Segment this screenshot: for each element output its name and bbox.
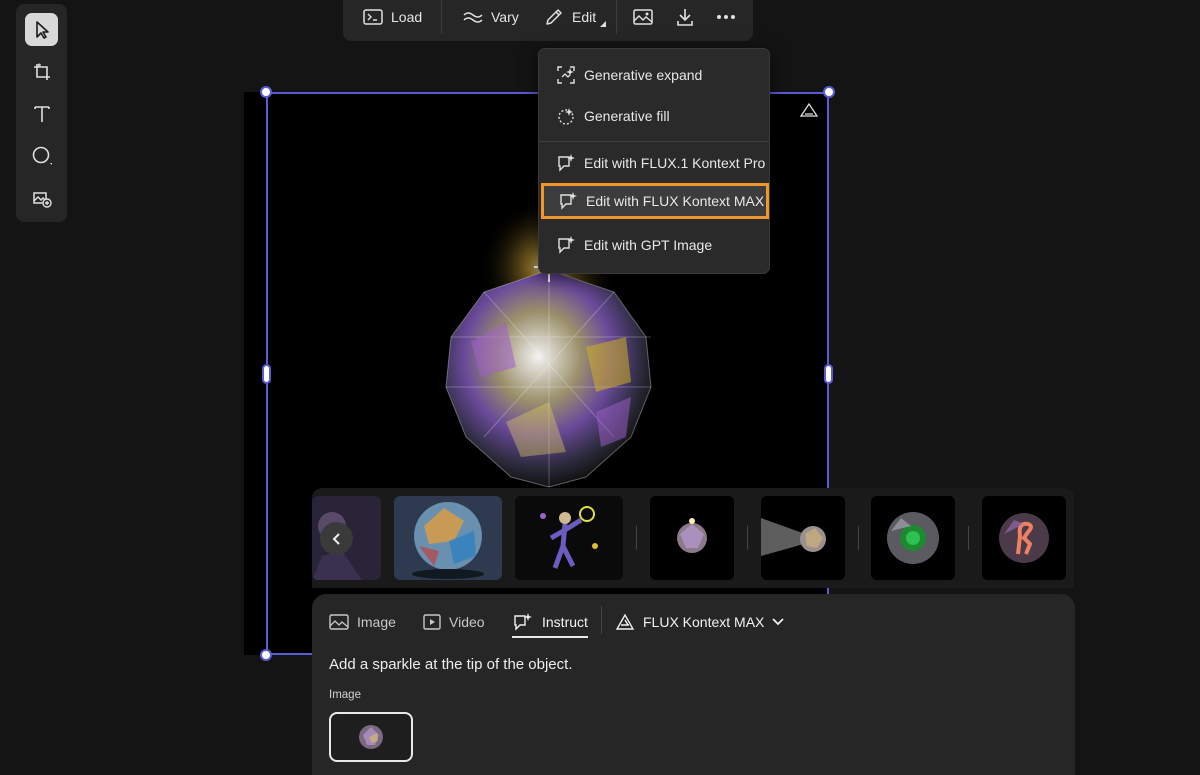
video-icon <box>423 614 441 630</box>
resize-handle-bottom-left[interactable] <box>260 649 272 661</box>
menu-item-edit-flux-pro[interactable]: Edit with FLUX.1 Kontext Pro <box>539 145 769 181</box>
tab-label: Video <box>449 614 485 630</box>
tennis-player-image <box>515 496 623 580</box>
colorful-crystal-ball-image <box>394 496 502 580</box>
generation-history-strip <box>312 488 1074 588</box>
load-label: Load <box>391 9 423 25</box>
reference-crystal-image <box>359 725 383 749</box>
edit-label: Edit <box>572 9 597 25</box>
tab-label: Instruct <box>542 614 588 630</box>
chevron-down-icon <box>772 618 785 626</box>
toolbar-divider <box>441 0 442 34</box>
prompt-panel: Image Video Instruct FLUX Kontext MAX Ad… <box>312 594 1075 775</box>
resize-handle-left[interactable] <box>262 364 271 384</box>
menu-item-edit-gpt-image[interactable]: Edit with GPT Image <box>539 227 769 263</box>
menu-item-label: Generative fill <box>584 108 670 124</box>
menu-item-edit-flux-max[interactable]: Edit with FLUX Kontext MAX <box>541 183 769 219</box>
image-button[interactable] <box>633 0 653 34</box>
pointer-icon <box>35 20 49 39</box>
history-thumbnail[interactable] <box>761 496 845 580</box>
corner-triangle-icon <box>600 21 607 27</box>
light-beam-crystal-image <box>761 496 845 580</box>
active-tab-indicator <box>512 636 588 638</box>
image-icon <box>633 9 653 25</box>
history-thumbnail[interactable] <box>515 496 623 580</box>
chat-sparkle-icon <box>558 154 575 172</box>
image-add-icon <box>32 191 52 208</box>
text-tool-button[interactable] <box>25 97 58 130</box>
more-options-button[interactable] <box>716 0 736 34</box>
flamingo-crystal-image <box>982 496 1066 580</box>
tab-image[interactable]: Image <box>329 610 396 634</box>
history-thumbnail[interactable] <box>871 496 955 580</box>
select-tool-button[interactable] <box>25 13 58 46</box>
history-thumbnail[interactable] <box>394 496 502 580</box>
menu-item-label: Edit with GPT Image <box>584 237 713 253</box>
toolbar-divider <box>616 0 617 34</box>
tab-video[interactable]: Video <box>423 610 485 634</box>
thumbnail-divider <box>636 526 637 550</box>
thumbnail-divider <box>968 526 969 550</box>
left-toolbar <box>16 4 67 222</box>
artboard-tool-button[interactable] <box>25 55 58 88</box>
download-button[interactable] <box>675 0 695 34</box>
menu-item-label: Generative expand <box>584 67 703 83</box>
menu-divider <box>539 141 769 142</box>
reference-image-label: Image <box>329 689 361 701</box>
generative-fill-icon <box>558 108 574 125</box>
menu-item-label: Edit with FLUX Kontext MAX <box>586 193 765 209</box>
menu-item-generative-fill[interactable]: Generative fill <box>539 98 769 134</box>
vary-label: Vary <box>491 9 519 25</box>
menu-item-label: Edit with FLUX.1 Kontext Pro <box>584 155 766 171</box>
shape-tool-button[interactable] <box>25 139 58 172</box>
edit-dropdown-menu: Generative expand Generative fill Edit w… <box>538 48 770 274</box>
model-selector[interactable]: FLUX Kontext MAX <box>615 610 785 634</box>
history-previous-button[interactable] <box>320 522 353 555</box>
artboard-icon <box>33 63 50 80</box>
load-button[interactable]: Load <box>363 0 422 34</box>
terminal-icon <box>363 9 383 25</box>
reference-image-slot[interactable] <box>329 712 413 762</box>
circle-shape-icon <box>32 146 52 165</box>
small-crystal-image <box>650 496 734 580</box>
text-icon <box>33 105 50 122</box>
resize-handle-top-left[interactable] <box>260 86 272 98</box>
chevron-left-icon <box>332 532 340 545</box>
menu-item-generative-expand[interactable]: Generative expand <box>539 57 769 93</box>
thumbnail-divider <box>858 526 859 550</box>
model-triangle-icon <box>615 613 635 630</box>
vary-wave-icon <box>463 12 483 23</box>
history-thumbnail[interactable] <box>982 496 1066 580</box>
more-icon <box>717 15 735 19</box>
chat-sparkle-icon <box>514 613 532 631</box>
generative-expand-icon <box>557 66 575 84</box>
green-gem-crystal-image <box>871 496 955 580</box>
top-toolbar: Load Vary Edit <box>343 0 753 41</box>
resize-handle-top-right[interactable] <box>823 86 835 98</box>
pencil-icon <box>546 9 562 25</box>
edit-button[interactable]: Edit <box>544 0 607 34</box>
chat-sparkle-icon <box>560 192 577 210</box>
download-icon <box>677 9 693 26</box>
add-image-tool-button[interactable] <box>25 181 58 214</box>
prompt-input[interactable]: Add a sparkle at the tip of the object. <box>329 656 573 673</box>
thumbnail-divider <box>747 526 748 550</box>
vary-button[interactable]: Vary <box>463 0 519 34</box>
image-icon <box>329 614 349 630</box>
tab-label: Image <box>357 614 396 630</box>
resize-handle-right[interactable] <box>824 364 833 384</box>
chat-sparkle-icon <box>558 236 575 254</box>
history-thumbnail[interactable] <box>650 496 734 580</box>
tab-instruct[interactable]: Instruct <box>512 610 588 634</box>
model-label: FLUX Kontext MAX <box>643 614 765 630</box>
tab-divider <box>601 606 602 634</box>
